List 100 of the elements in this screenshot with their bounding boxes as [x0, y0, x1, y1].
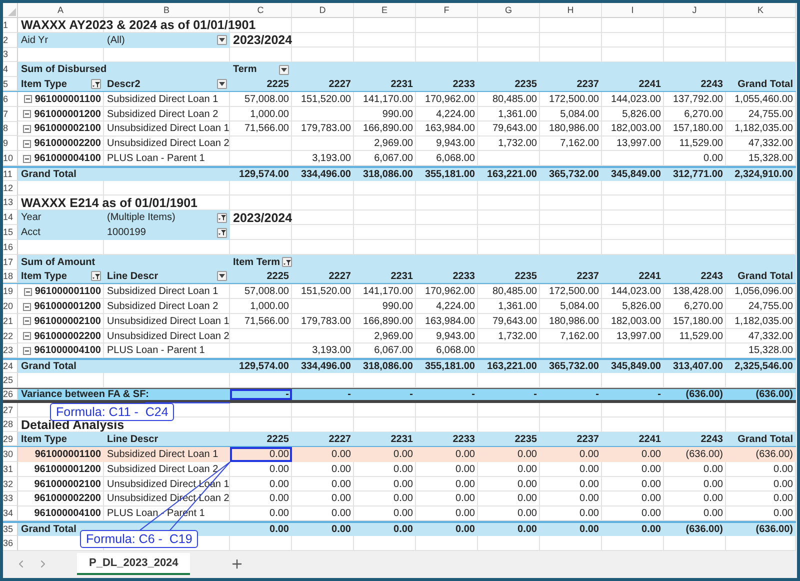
filter-field[interactable]: (Multiple Items) [104, 210, 230, 226]
column-letter[interactable]: I [602, 3, 664, 18]
item-code-cell: 961000001200 [18, 106, 104, 122]
row-field-button[interactable]: Line Descr [104, 270, 230, 284]
table-cell-text: 179,783.00 [300, 314, 352, 329]
filter-dropdown-button[interactable] [279, 64, 289, 75]
row-number: 26 [3, 388, 18, 400]
column-letter[interactable]: H [540, 3, 602, 18]
column-letter[interactable]: A [18, 3, 104, 18]
column-heading: 2231 [390, 270, 414, 284]
filter-dropdown-button[interactable] [217, 228, 227, 238]
item-code-cell: 961000004100 [18, 151, 104, 166]
row-number: 22 [3, 328, 18, 344]
item-code-cell: 961000001100 [18, 284, 104, 300]
collapse-icon[interactable] [23, 124, 32, 133]
table-cell-text: 0.00 [330, 448, 352, 462]
filter-dropdown-button[interactable] [217, 35, 227, 46]
table-cell-text: 0.00 [772, 478, 794, 492]
collapse-icon[interactable] [23, 332, 32, 340]
item-code-cell-text: 961000002100 [33, 478, 102, 492]
column-letter[interactable]: G [478, 3, 540, 18]
table-cell-text: 334,496.00 [300, 360, 352, 374]
table-cell-text: 6,068.00 [435, 152, 476, 166]
table-cell-text: 313,407.00 [672, 360, 724, 374]
table-cell-text: 13,997.00 [616, 137, 662, 152]
table-cell-text: (636.00) [684, 448, 724, 462]
table-cell-text: 24,755.00 [748, 300, 794, 314]
collapse-icon[interactable] [23, 140, 32, 148]
row-number: 25 [3, 373, 18, 388]
column-heading: Grand Total [736, 270, 794, 284]
column-heading: 2227 [328, 78, 352, 91]
column-letter[interactable]: D [292, 3, 354, 18]
row-field-button[interactable]: Descr2 [104, 77, 230, 91]
collapse-icon[interactable] [23, 110, 32, 118]
table-cell-text: 0.00 [702, 152, 724, 166]
row-field-button[interactable]: Item Type [18, 77, 104, 91]
table-cell: 0.00 [230, 447, 292, 462]
add-sheet-button[interactable] [230, 557, 244, 572]
sheet-tab[interactable]: P_DL_2023_2024 [77, 553, 190, 576]
table-cell-text: 0.00 [330, 462, 352, 477]
row-number: 4 [3, 62, 18, 78]
column-letter[interactable]: B [104, 3, 230, 18]
row-number: 3 [3, 48, 18, 62]
table-cell-text: 0.00 [454, 492, 476, 506]
collapse-icon[interactable] [23, 154, 32, 163]
table-cell-text: 1,732.00 [497, 137, 538, 152]
table-cell-text: 180,986.00 [548, 122, 600, 136]
table-cell-text: 141,170.00 [362, 92, 414, 107]
column-field-button[interactable]: Item Term [230, 254, 292, 270]
table-cell-text: 1,055,460.00 [734, 92, 794, 107]
row-number: 17 [3, 254, 18, 270]
table-cell-text: 9,943.00 [435, 137, 476, 152]
caret-icon [219, 38, 225, 42]
filter-dropdown-button[interactable] [91, 79, 101, 90]
column-heading: Grand Total [736, 432, 794, 446]
table-cell-text: 0.00 [268, 478, 290, 492]
filter-dropdown-button[interactable] [217, 271, 227, 282]
table-cell-text: 0.00 [640, 478, 662, 492]
row-number: 12 [3, 180, 18, 196]
filter-dropdown-button[interactable] [91, 271, 101, 282]
column-field-button[interactable]: Term [230, 62, 292, 78]
item-code-cell: 961000002200 [18, 328, 104, 344]
table-cell-text: (636.00) [684, 523, 724, 536]
table-cell-text: 1,000.00 [249, 300, 290, 314]
table-cell-text: - [346, 388, 352, 400]
row-field-button[interactable]: Item Type [18, 270, 104, 284]
column-heading: Line Descr [106, 432, 160, 446]
total-label: Grand Total [20, 360, 78, 374]
table-cell-text: 1,732.00 [497, 330, 538, 344]
collapse-icon[interactable] [24, 288, 32, 296]
table-cell-text: 144,023.00 [610, 285, 662, 300]
table-cell-text: (636.00) [754, 448, 794, 462]
column-letter[interactable]: F [416, 3, 478, 18]
table-cell-text: 0.00 [640, 448, 662, 462]
filter-dropdown-button[interactable] [282, 257, 292, 268]
sheet-title: WAXXX E214 as of 01/01/1901 [20, 196, 198, 210]
column-letter[interactable]: E [354, 3, 416, 18]
caret-icon [219, 274, 225, 278]
row-number: 30 [3, 447, 18, 462]
table-cell-text: 0.00 [454, 462, 476, 477]
filter-field[interactable]: 1000199 [104, 225, 230, 240]
column-letter[interactable]: J [664, 3, 726, 18]
table-cell-text: 318,086.00 [362, 168, 414, 181]
collapse-icon[interactable] [23, 346, 32, 355]
table-cell-text: 13,997.00 [616, 330, 662, 344]
filter-dropdown-button[interactable] [217, 212, 227, 223]
table-cell-text: 1,056,096.00 [734, 285, 794, 300]
table-cell-text: 57,008.00 [244, 285, 290, 300]
collapse-icon[interactable] [24, 95, 32, 104]
column-letter[interactable]: K [726, 3, 796, 18]
table-cell-text: 0.00 [578, 523, 600, 536]
filter-dropdown-button[interactable] [217, 79, 227, 90]
table-cell-text: 157,180.00 [672, 314, 724, 329]
collapse-icon[interactable] [23, 317, 32, 326]
column-letter[interactable]: C [230, 3, 292, 18]
row-number: 14 [3, 210, 18, 226]
filter-field[interactable]: (All) [104, 32, 230, 48]
row-number: 28 [3, 418, 18, 432]
row-number: 35 [3, 523, 18, 536]
collapse-icon[interactable] [23, 302, 32, 311]
